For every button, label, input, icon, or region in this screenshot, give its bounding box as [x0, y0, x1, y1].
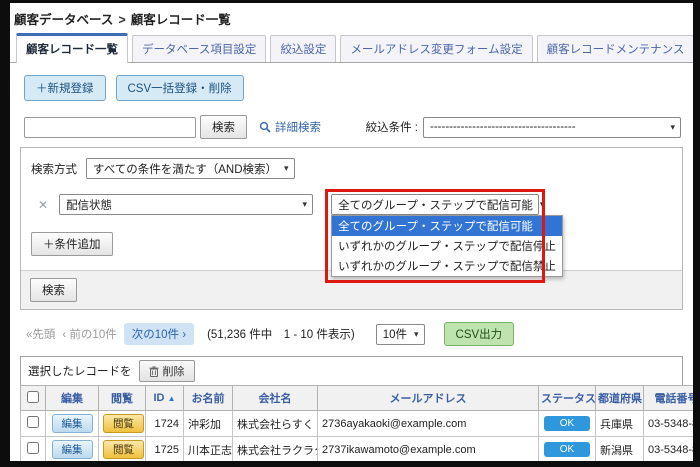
per-page-value: 10件 — [382, 329, 407, 341]
magnifier-icon — [259, 121, 271, 133]
csv-bulk-button[interactable]: CSV一括登録・削除 — [115, 75, 244, 101]
add-condition-button[interactable]: ＋条件追加 — [31, 232, 113, 256]
status-badge: OK — [544, 442, 590, 457]
search-method-row: 検索方式 すべての条件を満たす（AND検索） ▾ — [31, 158, 672, 179]
header-email[interactable]: メールアドレス — [317, 385, 539, 411]
view-button[interactable]: 閲覧 — [103, 440, 144, 459]
table-row: 編集 閲覧 1724 沖彩加 株式会社らすく 2736ayakaoki@exam… — [20, 410, 693, 437]
breadcrumb: 顧客データベース > 顧客レコード一覧 — [10, 3, 693, 33]
status-badge: OK — [544, 416, 590, 431]
per-page-select[interactable]: 10件 ▾ — [375, 323, 425, 345]
filter-condition-value: -------------------------------------- — [430, 121, 576, 133]
app-window: 顧客データベース > 顧客レコード一覧 顧客レコード一覧 データベース項目設定 絞込… — [10, 3, 693, 461]
dropdown-option-prohibited[interactable]: いずれかのグループ・ステップで配信禁止 — [332, 256, 562, 276]
tab-filter-settings[interactable]: 絞込設定 — [270, 35, 337, 62]
search-method-value: すべての条件を満たす（AND検索） — [93, 163, 278, 176]
condition-value-select-wrap: 全てのグループ・ステップで配信可能 ▾ 全てのグループ・ステップで配信可能 いず… — [325, 189, 563, 283]
header-company[interactable]: 会社名 — [232, 385, 318, 411]
chevron-down-icon: ▾ — [539, 199, 545, 209]
bulk-action-label: 選択したレコードを — [28, 366, 132, 378]
tab-content: ＋新規登録 CSV一括登録・削除 検索 詳細検索 絞込条件 : --------… — [10, 63, 693, 461]
search-method-label: 検索方式 — [31, 163, 77, 176]
edit-button[interactable]: 編集 — [51, 440, 93, 459]
tab-email-change-form-settings[interactable]: メールアドレス変更フォーム設定 — [340, 35, 533, 62]
view-button[interactable]: 閲覧 — [103, 414, 144, 433]
header-name[interactable]: お名前 — [183, 385, 233, 411]
breadcrumb-current: 顧客レコード一覧 — [130, 13, 231, 27]
condition-field-value: 配信状態 — [66, 199, 113, 212]
pagination-prev[interactable]: ‹ 前の10件 — [62, 326, 116, 342]
header-edit: 編集 — [45, 385, 99, 411]
pagination-next[interactable]: 次の10件 › — [123, 323, 195, 345]
dropdown-option-stopped[interactable]: いずれかのグループ・ステップで配信停止 — [332, 236, 562, 256]
condition-value-dropdown: 全てのグループ・ステップで配信可能 いずれかのグループ・ステップで配信停止 いず… — [331, 215, 563, 277]
pagination-first[interactable]: «先頭 — [26, 326, 55, 342]
record-table: 編集 閲覧 ID ▲ お名前 会社名 メールアドレス ステータス 都道府県 電話… — [20, 385, 693, 461]
cell-phone: 03-5348-8070 — [643, 436, 693, 461]
bulk-action-bar: 選択したレコードを 削除 — [20, 356, 683, 385]
condition-field-select[interactable]: 配信状態 ▾ — [59, 194, 314, 215]
cell-phone: 03-5348-8070 — [643, 410, 693, 437]
dropdown-option-deliverable[interactable]: 全てのグループ・ステップで配信可能 — [332, 216, 562, 236]
csv-export-button[interactable]: CSV出力 — [443, 322, 515, 346]
header-view: 閲覧 — [98, 385, 146, 411]
cell-pref: 新潟県 — [595, 436, 644, 461]
header-phone[interactable]: 電話番号 — [643, 385, 693, 411]
sort-ascending-icon: ▲ — [167, 394, 176, 403]
filter-condition-select[interactable]: -------------------------------------- ▾ — [423, 116, 681, 138]
cell-email: 2737ikawamoto@example.com — [317, 436, 539, 461]
tab-bar: 顧客レコード一覧 データベース項目設定 絞込設定 メールアドレス変更フォーム設定… — [10, 33, 693, 63]
chevron-down-icon: ▾ — [414, 328, 419, 339]
tab-database-field-settings[interactable]: データベース項目設定 — [132, 35, 267, 62]
bulk-delete-label: 削除 — [162, 366, 185, 378]
advanced-search-link[interactable]: 詳細検索 — [259, 119, 321, 135]
filter-condition-label: 絞込条件 : — [365, 122, 418, 134]
chevron-down-icon: ▾ — [670, 121, 675, 132]
table-row: 編集 閲覧 1725 川本正志 株式会社ラクラク 2737ikawamoto@e… — [20, 436, 693, 461]
tab-customer-record-list[interactable]: 顧客レコード一覧 — [16, 33, 128, 63]
chevron-down-icon: ▾ — [302, 199, 308, 209]
cell-id: 1725 — [145, 436, 184, 461]
search-method-select[interactable]: すべての条件を満たす（AND検索） ▾ — [86, 158, 295, 179]
table-header-row: 編集 閲覧 ID ▲ お名前 会社名 メールアドレス ステータス 都道府県 電話… — [20, 385, 693, 411]
trash-icon — [149, 365, 159, 377]
new-record-button[interactable]: ＋新規登録 — [24, 75, 106, 101]
record-table-area: 選択したレコードを 削除 編集 閲覧 ID ▲ お名前 会社名 メールアドレス … — [20, 356, 693, 461]
row-checkbox[interactable] — [27, 442, 39, 454]
cell-id: 1724 — [145, 410, 184, 437]
condition-value-select[interactable]: 全てのグループ・ステップで配信可能 ▾ — [331, 194, 544, 215]
header-pref[interactable]: 都道府県 — [595, 385, 644, 411]
search-condition-panel: 検索方式 すべての条件を満たす（AND検索） ▾ ✕ 配信状態 ▾ 全てのグルー… — [20, 147, 683, 310]
cell-name: 川本正志 — [183, 436, 233, 461]
breadcrumb-separator: > — [118, 13, 126, 27]
edit-button[interactable]: 編集 — [51, 414, 93, 433]
keyword-search-button[interactable]: 検索 — [200, 115, 247, 139]
pagination-bar: «先頭 ‹ 前の10件 次の10件 › (51,236 件中 1 - 10 件表… — [26, 322, 683, 346]
row-checkbox[interactable] — [27, 416, 39, 428]
condition-value-selected: 全てのグループ・ステップで配信可能 — [338, 199, 533, 212]
condition-row: ✕ 配信状態 ▾ 全てのグループ・ステップで配信可能 ▾ 全てのグループ・ステッ… — [31, 189, 672, 283]
cell-name: 沖彩加 — [183, 410, 233, 437]
select-all-checkbox[interactable] — [27, 390, 39, 403]
remove-condition-icon[interactable]: ✕ — [38, 198, 48, 212]
cell-email: 2736ayakaoki@example.com — [317, 410, 539, 437]
per-page-wrap: 10件 ▾ — [375, 323, 425, 345]
tab-record-maintenance[interactable]: 顧客レコードメンテナンス — [536, 35, 693, 62]
header-id[interactable]: ID ▲ — [145, 385, 184, 411]
bulk-delete-button[interactable]: 削除 — [138, 360, 195, 382]
search-condition-panel-body: 検索方式 すべての条件を満たす（AND検索） ▾ ✕ 配信状態 ▾ 全てのグルー… — [21, 148, 682, 283]
cell-company: 株式会社ラクラク — [232, 436, 318, 461]
toolbar: ＋新規登録 CSV一括登録・削除 — [24, 75, 685, 101]
panel-search-button[interactable]: 検索 — [30, 278, 77, 302]
select-all-header — [20, 385, 46, 411]
keyword-search-input[interactable] — [24, 116, 196, 138]
cell-pref: 兵庫県 — [595, 410, 644, 437]
advanced-search-label: 詳細検索 — [275, 122, 321, 134]
search-row: 検索 詳細検索 絞込条件 : -------------------------… — [24, 115, 681, 139]
breadcrumb-parent[interactable]: 顧客データベース — [14, 13, 113, 27]
pagination-summary: (51,236 件中 1 - 10 件表示) — [207, 329, 355, 341]
chevron-down-icon: ▾ — [284, 163, 289, 173]
cell-company: 株式会社らすく — [232, 410, 318, 437]
header-status[interactable]: ステータス — [538, 385, 596, 411]
